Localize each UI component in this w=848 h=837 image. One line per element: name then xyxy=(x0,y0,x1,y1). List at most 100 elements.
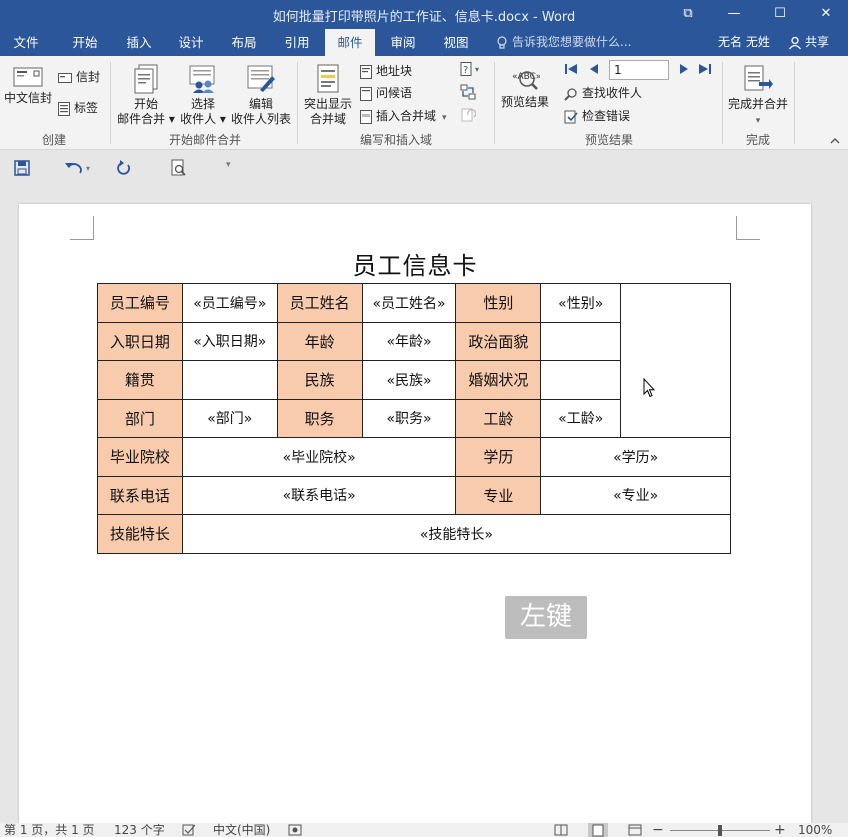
tab-references[interactable]: 引用 xyxy=(271,29,323,56)
edit-recipient-list-button[interactable]: 编辑 收件人列表 xyxy=(228,64,294,127)
chinese-envelope-button[interactable]: 中文信封 xyxy=(2,66,54,106)
photo-cell[interactable] xyxy=(620,283,731,438)
proofing-icon[interactable] xyxy=(182,824,196,836)
address-block-button[interactable]: 地址块 xyxy=(360,62,412,80)
page-count[interactable]: 第 1 页，共 1 页 xyxy=(4,823,95,837)
label-gender[interactable]: 性别 xyxy=(455,283,542,323)
label-seniority[interactable]: 工龄 xyxy=(455,398,542,438)
macro-record-icon[interactable] xyxy=(288,824,302,836)
field-major[interactable]: «专业» xyxy=(540,475,731,515)
start-mail-merge-button[interactable]: 开始 邮件合并 ▾ xyxy=(116,64,176,127)
field-political-status[interactable] xyxy=(540,321,622,361)
label-native-place[interactable]: 籍贯 xyxy=(97,360,183,400)
print-preview-icon[interactable] xyxy=(170,159,188,177)
field-phone[interactable]: «联系电话» xyxy=(181,475,457,515)
tab-insert[interactable]: 插入 xyxy=(113,29,165,56)
close-button[interactable]: ✕ xyxy=(806,4,846,24)
save-icon[interactable] xyxy=(14,160,30,176)
find-recipient-button[interactable]: 查找收件人 xyxy=(564,84,642,102)
field-education[interactable]: «学历» xyxy=(540,437,731,477)
label-phone[interactable]: 联系电话 xyxy=(97,475,183,515)
share-button[interactable]: 共享 xyxy=(788,29,829,56)
customize-qat-icon[interactable]: ▾ xyxy=(226,160,231,170)
field-employee-name[interactable]: «员工姓名» xyxy=(361,283,457,323)
tab-design[interactable]: 设计 xyxy=(165,29,217,56)
label-marital-status[interactable]: 婚姻状况 xyxy=(455,360,542,400)
label-employee-name[interactable]: 员工姓名 xyxy=(276,283,363,323)
tab-layout[interactable]: 布局 xyxy=(218,29,270,56)
select-recipients-button[interactable]: 选择 收件人 ▾ xyxy=(178,64,228,127)
field-hire-date[interactable]: «入职日期» xyxy=(181,321,278,361)
web-layout-icon[interactable] xyxy=(628,824,642,836)
labels-button[interactable]: 标签 xyxy=(58,99,98,117)
field-skills[interactable]: «技能特长» xyxy=(181,514,732,554)
field-ethnicity[interactable]: «民族» xyxy=(361,360,457,400)
match-fields-button[interactable] xyxy=(460,84,476,102)
field-native-place[interactable] xyxy=(181,360,278,400)
word-count[interactable]: 123 个字 xyxy=(114,823,165,837)
collapse-ribbon-button[interactable] xyxy=(830,132,840,150)
maximize-button[interactable]: ☐ xyxy=(760,4,800,24)
language-indicator[interactable]: 中文(中国) xyxy=(213,823,270,837)
label-department[interactable]: 部门 xyxy=(97,398,183,438)
insert-merge-field-button[interactable]: 插入合并域 ▾ xyxy=(360,107,447,125)
minimize-button[interactable]: — xyxy=(714,4,754,24)
field-employee-id[interactable]: «员工编号» xyxy=(181,283,278,323)
zoom-in-icon[interactable]: + xyxy=(774,823,786,837)
record-number-input[interactable]: 1 xyxy=(609,60,669,80)
field-seniority[interactable]: «工龄» xyxy=(540,398,622,438)
document-title[interactable]: 员工信息卡 xyxy=(19,246,811,281)
ribbon-display-options-button[interactable]: ⧉ xyxy=(668,4,708,24)
start-merge-label-1: 开始 xyxy=(133,97,158,111)
document-page[interactable]: 员工信息卡 员工编号 «员工编号» 员工姓名 «员工姓名» 性别 «性别» 入职… xyxy=(19,204,811,837)
label-ethnicity[interactable]: 民族 xyxy=(276,360,363,400)
field-marital-status[interactable] xyxy=(540,360,622,400)
highlight-label-1: 突出显示 xyxy=(303,97,352,111)
read-mode-icon[interactable] xyxy=(554,824,568,836)
group-separator xyxy=(494,62,495,144)
field-position[interactable]: «职务» xyxy=(361,398,457,438)
envelopes-button[interactable]: 信封 xyxy=(58,68,100,86)
employee-info-table[interactable]: 员工编号 «员工编号» 员工姓名 «员工姓名» 性别 «性别» 入职日期 «入职… xyxy=(97,283,732,554)
tab-mailings[interactable]: 邮件 xyxy=(325,29,375,56)
last-record-button[interactable] xyxy=(698,62,712,80)
redo-icon[interactable] xyxy=(116,160,132,176)
greeting-line-button[interactable]: 问候语 xyxy=(360,84,412,102)
svg-text:?: ? xyxy=(463,65,468,76)
chevron-up-icon xyxy=(830,138,840,144)
tab-review[interactable]: 审阅 xyxy=(377,29,429,56)
next-record-button[interactable] xyxy=(678,62,690,80)
label-political-status[interactable]: 政治面貌 xyxy=(455,321,542,361)
previous-record-button[interactable] xyxy=(588,62,600,80)
tell-me-box[interactable]: 告诉我您想要做什么... xyxy=(496,29,631,56)
undo-icon[interactable]: ▾ xyxy=(64,160,94,176)
zoom-slider-thumb[interactable] xyxy=(718,825,722,836)
label-school[interactable]: 毕业院校 xyxy=(97,437,183,477)
label-position[interactable]: 职务 xyxy=(276,398,363,438)
preview-results-button[interactable]: «ABC» 预览结果 xyxy=(498,66,552,110)
label-skills[interactable]: 技能特长 xyxy=(97,514,183,554)
zoom-level[interactable]: 100% xyxy=(798,823,832,837)
tab-home[interactable]: 开始 xyxy=(59,29,111,56)
group-label-start-merge: 开始邮件合并 xyxy=(168,133,241,147)
check-errors-button[interactable]: 检查错误 xyxy=(564,107,630,125)
field-school[interactable]: «毕业院校» xyxy=(181,437,457,477)
field-department[interactable]: «部门» xyxy=(181,398,278,438)
tab-file[interactable]: 文件 xyxy=(0,29,52,56)
tab-view[interactable]: 视图 xyxy=(430,29,482,56)
user-name[interactable]: 无名 无姓 xyxy=(718,29,770,56)
field-age[interactable]: «年龄» xyxy=(361,321,457,361)
first-record-button[interactable] xyxy=(564,62,578,80)
label-employee-id[interactable]: 员工编号 xyxy=(97,283,183,323)
zoom-out-icon[interactable]: − xyxy=(652,823,664,837)
label-hire-date[interactable]: 入职日期 xyxy=(97,321,183,361)
field-gender[interactable]: «性别» xyxy=(540,283,622,323)
labels-label: 标签 xyxy=(74,101,99,115)
rules-button[interactable]: ? ▾ xyxy=(460,62,482,80)
finish-merge-button[interactable]: 完成并合并 ▾ xyxy=(726,64,790,129)
label-age[interactable]: 年龄 xyxy=(276,321,363,361)
label-education[interactable]: 学历 xyxy=(455,437,542,477)
label-major[interactable]: 专业 xyxy=(455,475,542,515)
highlight-merge-fields-button[interactable]: 突出显示 合并域 xyxy=(300,64,356,127)
print-layout-icon[interactable] xyxy=(588,823,608,837)
